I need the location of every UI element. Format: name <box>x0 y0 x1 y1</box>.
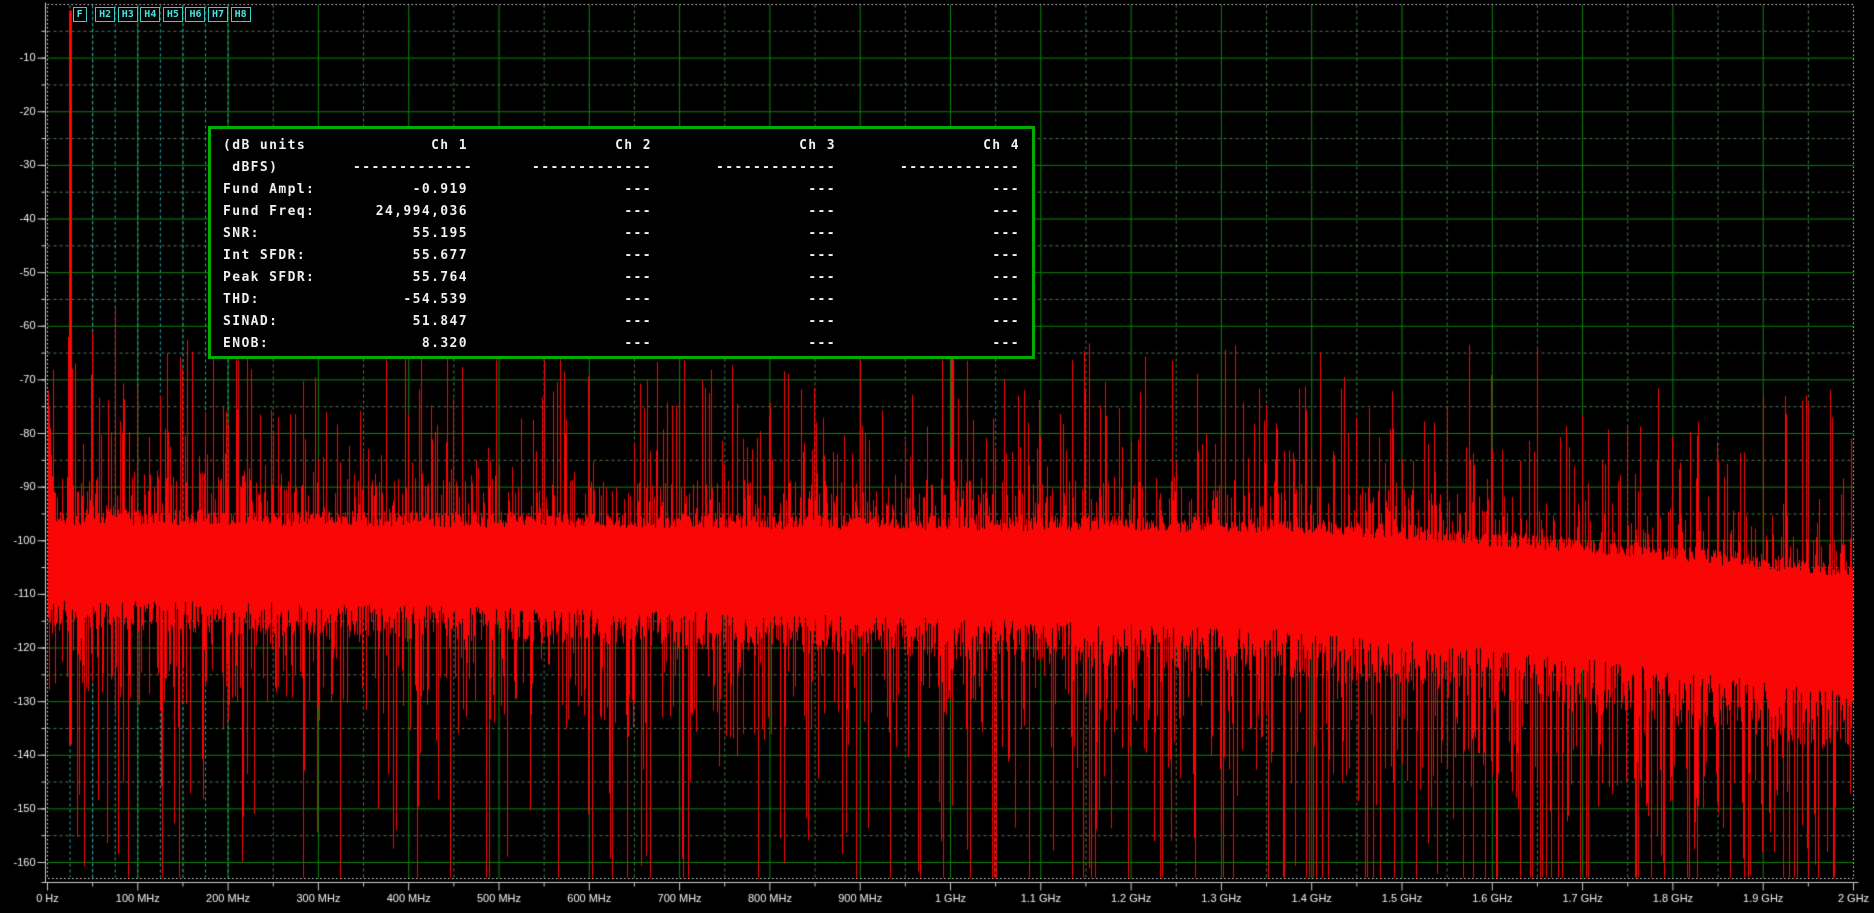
row-value: -54.539 <box>353 289 468 311</box>
row-value: --- <box>836 289 1020 311</box>
col-header-ch4: Ch 4 <box>836 135 1020 157</box>
table-row-sinad: SINAD: 51.847 --- --- --- <box>223 311 1020 333</box>
row-value: --- <box>836 311 1020 333</box>
marker-h6[interactable]: H6 <box>185 7 205 22</box>
row-value: 51.847 <box>353 311 468 333</box>
stats-units-label: (dB units <box>223 135 353 157</box>
row-value: --- <box>468 289 652 311</box>
row-value: --- <box>836 333 1020 355</box>
table-row-enob: ENOB: 8.320 --- --- --- <box>223 333 1020 355</box>
stats-units-label2: dBFS) <box>223 157 353 179</box>
marker-h7[interactable]: H7 <box>208 7 228 22</box>
row-label: Int SFDR: <box>223 245 353 267</box>
marker-h8[interactable]: H8 <box>231 7 251 22</box>
row-value: --- <box>468 333 652 355</box>
table-row-fund-ampl: Fund Ampl: -0.919 --- --- --- <box>223 179 1020 201</box>
marker-h2[interactable]: H2 <box>95 7 115 22</box>
marker-h3[interactable]: H3 <box>118 7 138 22</box>
row-value: --- <box>836 201 1020 223</box>
row-value: 55.195 <box>353 223 468 245</box>
row-value: -0.919 <box>353 179 468 201</box>
row-value: --- <box>468 311 652 333</box>
row-value: --- <box>836 245 1020 267</box>
row-value: --- <box>468 245 652 267</box>
row-label: Fund Ampl: <box>223 179 353 201</box>
separator: ------------- <box>468 157 652 179</box>
row-value: 24,994,036 <box>353 201 468 223</box>
row-value: --- <box>652 289 836 311</box>
row-label: Fund Freq: <box>223 201 353 223</box>
table-row-int-sfdr: Int SFDR: 55.677 --- --- --- <box>223 245 1020 267</box>
row-value: 55.677 <box>353 245 468 267</box>
col-header-ch3: Ch 3 <box>652 135 836 157</box>
row-label: THD: <box>223 289 353 311</box>
row-value: --- <box>652 179 836 201</box>
row-value: --- <box>836 179 1020 201</box>
stats-separator-row: dBFS) ------------- ------------- ------… <box>223 157 1020 179</box>
col-header-ch1: Ch 1 <box>353 135 468 157</box>
marker-h5[interactable]: H5 <box>163 7 183 22</box>
row-value: --- <box>652 201 836 223</box>
col-header-ch2: Ch 2 <box>468 135 652 157</box>
table-row-snr: SNR: 55.195 --- --- --- <box>223 223 1020 245</box>
fft-analyzer-window: F H2 H3 H4 H5 H6 H7 H8 (dB units Ch 1 Ch… <box>0 0 1874 913</box>
row-value: --- <box>652 311 836 333</box>
row-value: --- <box>468 267 652 289</box>
row-value: --- <box>652 245 836 267</box>
row-value: --- <box>468 223 652 245</box>
row-value: --- <box>652 223 836 245</box>
marker-h4[interactable]: H4 <box>140 7 160 22</box>
row-value: --- <box>836 223 1020 245</box>
marker-fundamental[interactable]: F <box>73 7 87 22</box>
row-value: --- <box>836 267 1020 289</box>
separator: ------------- <box>652 157 836 179</box>
row-label: Peak SFDR: <box>223 267 353 289</box>
row-label: SINAD: <box>223 311 353 333</box>
table-row-thd: THD: -54.539 --- --- --- <box>223 289 1020 311</box>
row-value: 55.764 <box>353 267 468 289</box>
stats-table: (dB units Ch 1 Ch 2 Ch 3 Ch 4 dBFS) ----… <box>208 126 1035 359</box>
table-row-peak-sfdr: Peak SFDR: 55.764 --- --- --- <box>223 267 1020 289</box>
row-value: --- <box>652 267 836 289</box>
row-label: SNR: <box>223 223 353 245</box>
row-value: 8.320 <box>353 333 468 355</box>
separator: ------------- <box>353 157 468 179</box>
row-label: ENOB: <box>223 333 353 355</box>
table-row-fund-freq: Fund Freq: 24,994,036 --- --- --- <box>223 201 1020 223</box>
row-value: --- <box>652 333 836 355</box>
row-value: --- <box>468 201 652 223</box>
separator: ------------- <box>836 157 1020 179</box>
stats-header-row: (dB units Ch 1 Ch 2 Ch 3 Ch 4 <box>223 135 1020 157</box>
row-value: --- <box>468 179 652 201</box>
